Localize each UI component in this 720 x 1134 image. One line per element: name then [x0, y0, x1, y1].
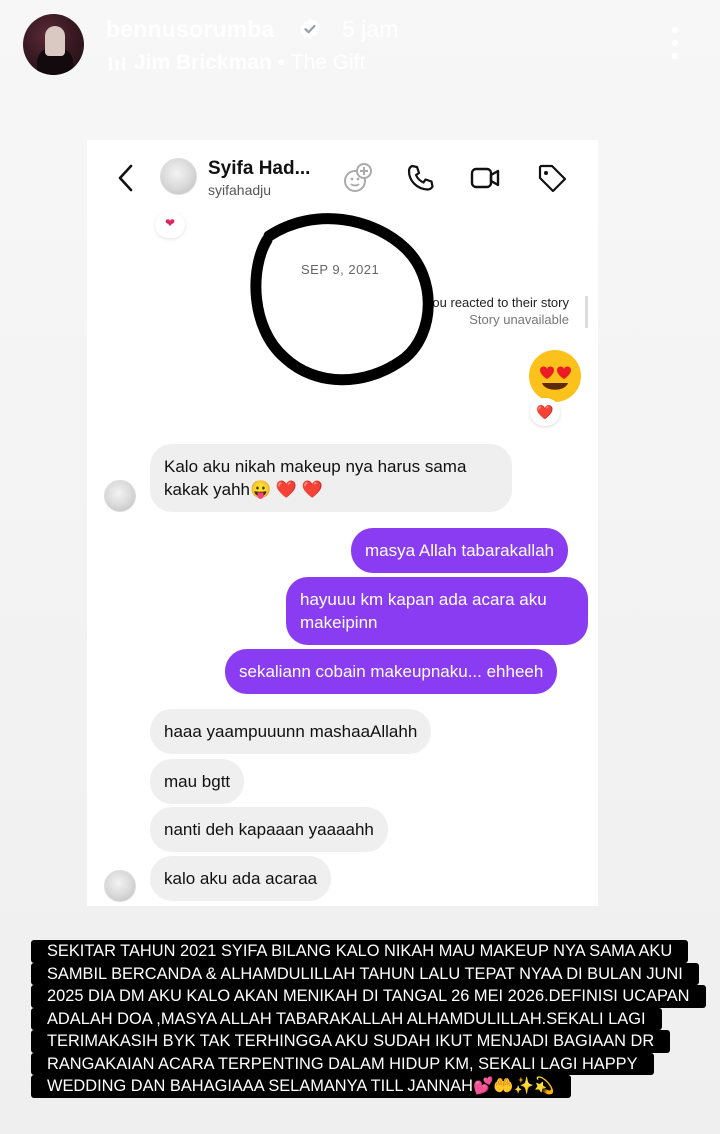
music-bars-icon: [109, 57, 125, 70]
caption-line: RANGAKAIAN ACARA TERPENTING DALAM HIDUP …: [31, 1052, 654, 1075]
message-bubble-outgoing[interactable]: sekaliann cobain makeupnaku... ehheeh: [225, 649, 558, 694]
heart-eyes-emoji-icon: [529, 350, 581, 402]
message-bubble-incoming[interactable]: haaa yaampuuunn mashaaAllahh: [150, 709, 432, 754]
caption-line: 2025 DIA DM AKU KALO AKAN MENIKAH DI TAN…: [31, 985, 706, 1008]
add-person-icon[interactable]: [342, 162, 374, 194]
contact-avatar[interactable]: [160, 158, 197, 195]
message-bubble-incoming[interactable]: Kalo aku nikah makeup nya harus sama kak…: [150, 444, 512, 512]
story-reply-line2: Story unavailable: [469, 312, 569, 327]
dm-topbar: Syifa Had... syifahadju: [87, 140, 598, 216]
message-line: Kalo aku nikah makeup nya harus sama: [164, 457, 467, 476]
story-reply-note: You reacted to their story Story unavail…: [425, 295, 569, 327]
more-vertical-icon[interactable]: [668, 26, 682, 60]
story-header: bennusorumba 5 jam Jim Brickman • The Gi…: [0, 0, 720, 110]
story-username[interactable]: bennusorumba: [106, 16, 275, 43]
music-separator: •: [277, 51, 285, 74]
message-bubble-incoming[interactable]: mau bgtt: [150, 759, 245, 804]
phone-icon[interactable]: [404, 162, 436, 194]
message-bubble-incoming[interactable]: nanti deh kapaaan yaaaahh: [150, 807, 388, 852]
reaction-heart: ❤️: [530, 398, 560, 426]
message-bubble-incoming[interactable]: kalo aku ada acaraa: [150, 856, 332, 901]
reaction-heart-top: ❤: [155, 212, 185, 238]
hand-drawn-circle: [250, 213, 434, 386]
sender-avatar: [104, 870, 136, 902]
caption-line: SEKITAR TAHUN 2021 SYIFA BILANG KALO NIK…: [31, 940, 689, 963]
music-info[interactable]: Jim Brickman • The Gift: [134, 51, 365, 75]
message-line: hayuuu km kapan ada acara aku: [300, 590, 547, 609]
video-call-icon[interactable]: [469, 162, 501, 194]
story-time-ago: 5 jam: [342, 16, 399, 42]
message-bubble-outgoing[interactable]: masya Allah tabarakallah: [351, 528, 569, 573]
contact-name[interactable]: Syifa Had...: [208, 158, 310, 180]
tag-icon[interactable]: [536, 162, 568, 194]
message-line: makeipinn: [300, 613, 378, 632]
caption-line: SAMBIL BERCANDA & ALHAMDULILLAH TAHUN LA…: [31, 962, 699, 985]
message-bubble-outgoing[interactable]: hayuuu km kapan ada acara aku makeipinn: [286, 577, 588, 645]
dm-screenshot: Syifa Had... syifahadju ❤ SEP 9, 2021 Yo…: [87, 140, 598, 906]
caption-line: TERIMAKASIH BYK TAK TERHINGGA AKU SUDAH …: [31, 1030, 671, 1053]
story-reply-line1: You reacted to their story: [424, 295, 569, 310]
music-song: The Gift: [290, 51, 366, 74]
date-separator: SEP 9, 2021: [301, 262, 380, 277]
caption-line: ADALAH DOA ,MASYA ALLAH TABARAKALLAH ALH…: [31, 1007, 662, 1030]
back-arrow-icon[interactable]: [117, 163, 135, 193]
story-reply-bar: [585, 296, 588, 328]
verified-badge-icon: [300, 18, 320, 40]
sender-avatar: [104, 480, 136, 512]
message-line: kakak yahh😛 ❤️ ❤️: [164, 480, 323, 499]
story-author-avatar[interactable]: [23, 14, 84, 75]
caption-line: WEDDING DAN BAHAGIAAA SELAMANYA TILL JAN…: [31, 1075, 571, 1098]
contact-handle: syifahadju: [208, 182, 272, 198]
story-caption: SEKITAR TAHUN 2021 SYIFA BILANG KALO NIK…: [31, 940, 715, 1098]
music-artist: Jim Brickman: [134, 51, 272, 74]
